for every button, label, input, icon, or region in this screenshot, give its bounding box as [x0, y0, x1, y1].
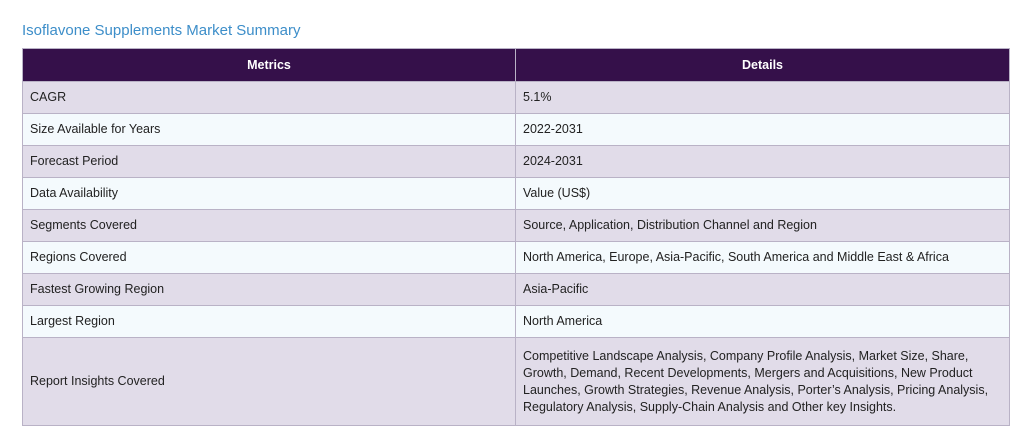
- column-header-metrics: Metrics: [22, 48, 516, 82]
- detail-cell: Competitive Landscape Analysis, Company …: [515, 337, 1010, 426]
- table-row: Fastest Growing Region Asia-Pacific: [22, 273, 1010, 306]
- detail-cell: 5.1%: [515, 81, 1010, 114]
- metric-cell: Report Insights Covered: [22, 337, 516, 426]
- metric-cell: Fastest Growing Region: [22, 273, 516, 306]
- column-header-details: Details: [515, 48, 1010, 82]
- market-summary-table: Metrics Details CAGR 5.1% Size Available…: [22, 48, 1010, 426]
- table-row: Largest Region North America: [22, 305, 1010, 338]
- metric-cell: CAGR: [22, 81, 516, 114]
- detail-cell: 2024-2031: [515, 145, 1010, 178]
- metric-cell: Forecast Period: [22, 145, 516, 178]
- detail-cell: Value (US$): [515, 177, 1010, 210]
- metric-cell: Regions Covered: [22, 241, 516, 274]
- table-header-row: Metrics Details: [22, 48, 1010, 82]
- detail-cell: Source, Application, Distribution Channe…: [515, 209, 1010, 242]
- metric-cell: Size Available for Years: [22, 113, 516, 146]
- table-row: Report Insights Covered Competitive Land…: [22, 337, 1010, 426]
- metric-cell: Data Availability: [22, 177, 516, 210]
- table-row: CAGR 5.1%: [22, 81, 1010, 114]
- metric-cell: Largest Region: [22, 305, 516, 338]
- metric-cell: Segments Covered: [22, 209, 516, 242]
- detail-cell: North America, Europe, Asia-Pacific, Sou…: [515, 241, 1010, 274]
- table-row: Size Available for Years 2022-2031: [22, 113, 1010, 146]
- detail-cell: Asia-Pacific: [515, 273, 1010, 306]
- table-row: Forecast Period 2024-2031: [22, 145, 1010, 178]
- detail-cell: 2022-2031: [515, 113, 1010, 146]
- table-row: Data Availability Value (US$): [22, 177, 1010, 210]
- detail-cell: North America: [515, 305, 1010, 338]
- page-title: Isoflavone Supplements Market Summary: [22, 22, 301, 39]
- table-row: Regions Covered North America, Europe, A…: [22, 241, 1010, 274]
- table-row: Segments Covered Source, Application, Di…: [22, 209, 1010, 242]
